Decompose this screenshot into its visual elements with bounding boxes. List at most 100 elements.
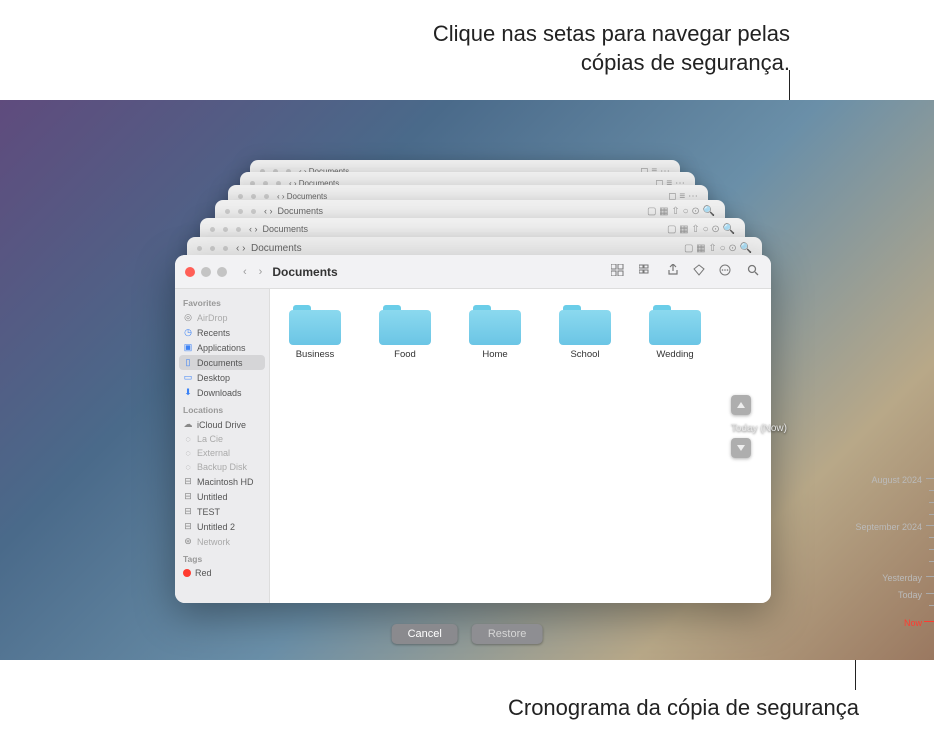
sidebar-item-label: Documents bbox=[197, 358, 243, 368]
timeline-label-today: Today bbox=[898, 590, 922, 600]
sidebar-item-label: Untitled bbox=[197, 492, 228, 502]
folder-label: Business bbox=[280, 349, 350, 360]
time-machine-navigation: Today (Now) bbox=[731, 395, 787, 462]
tag-icon[interactable] bbox=[691, 262, 707, 281]
toolbar bbox=[609, 262, 761, 281]
timeline-label-now: Now bbox=[904, 618, 922, 628]
folder-icon bbox=[289, 305, 341, 345]
sidebar-item-recents[interactable]: ◷ Recents bbox=[175, 325, 269, 340]
window-controls bbox=[185, 267, 227, 277]
sidebar-item-label: La Cie bbox=[197, 434, 223, 444]
sidebar-item-icloud-drive[interactable]: ☁ iCloud Drive bbox=[175, 417, 269, 432]
current-snapshot-label: Today (Now) bbox=[731, 419, 787, 438]
sidebar-item-documents[interactable]: ▯ Documents bbox=[179, 355, 265, 370]
locations-header: Locations bbox=[175, 400, 269, 417]
sidebar-tag-red[interactable]: Red bbox=[175, 566, 269, 580]
view-icons-icon[interactable] bbox=[609, 262, 627, 281]
folder-label: Food bbox=[370, 349, 440, 360]
finder-window: ‹ › Documents bbox=[175, 255, 771, 603]
sidebar-item-label: External bbox=[197, 448, 230, 458]
folder-icon bbox=[649, 305, 701, 345]
clock-icon: ◷ bbox=[183, 327, 193, 338]
sidebar-item-test[interactable]: ⊟ TEST bbox=[175, 504, 269, 519]
sidebar-item-external[interactable]: ◌ External bbox=[175, 446, 269, 460]
sidebar: Favorites ◎ AirDrop ◷ Recents ▣ Applications ▯… bbox=[175, 289, 270, 603]
folder-food[interactable]: Food bbox=[370, 305, 440, 360]
folder-view[interactable]: Business Food Home School Wedding bbox=[270, 289, 771, 603]
folder-icon bbox=[559, 305, 611, 345]
cloud-icon: ☁ bbox=[183, 419, 193, 430]
sidebar-item-untitled-2[interactable]: ⊟ Untitled 2 bbox=[175, 519, 269, 534]
airdrop-icon: ◎ bbox=[183, 312, 193, 323]
sidebar-item-label: AirDrop bbox=[197, 313, 228, 323]
sidebar-item-downloads[interactable]: ⬇ Downloads bbox=[175, 385, 269, 400]
backup-timeline[interactable]: August 2024 September 2024 Yesterday Tod… bbox=[856, 460, 934, 660]
timeline-label-sep: September 2024 bbox=[855, 522, 922, 532]
sidebar-item-label: Applications bbox=[197, 343, 246, 353]
tag-label: Red bbox=[195, 568, 212, 578]
sidebar-item-label: Downloads bbox=[197, 388, 242, 398]
minimize-button[interactable] bbox=[201, 267, 211, 277]
sidebar-item-macintosh-hd[interactable]: ⊟ Macintosh HD bbox=[175, 474, 269, 489]
timeline-label-aug: August 2024 bbox=[871, 475, 922, 485]
share-icon[interactable] bbox=[665, 262, 681, 281]
folder-school[interactable]: School bbox=[550, 305, 620, 360]
hd-icon: ⊟ bbox=[183, 521, 193, 532]
sidebar-item-label: TEST bbox=[197, 507, 220, 517]
folder-icon bbox=[469, 305, 521, 345]
disk-icon: ◌ bbox=[183, 462, 193, 472]
desktop-icon: ▭ bbox=[183, 372, 193, 383]
sidebar-item-desktop[interactable]: ▭ Desktop bbox=[175, 370, 269, 385]
hd-icon: ⊟ bbox=[183, 476, 193, 487]
folder-business[interactable]: Business bbox=[280, 305, 350, 360]
sidebar-item-label: Macintosh HD bbox=[197, 477, 254, 487]
titlebar: ‹ › Documents bbox=[175, 255, 771, 289]
sidebar-item-untitled[interactable]: ⊟ Untitled bbox=[175, 489, 269, 504]
sidebar-item-label: Recents bbox=[197, 328, 230, 338]
cancel-button[interactable]: Cancel bbox=[392, 624, 458, 644]
annotation-bottom: Cronograma da cópia de segurança bbox=[508, 695, 859, 721]
group-icon[interactable] bbox=[637, 262, 655, 281]
folder-home[interactable]: Home bbox=[460, 305, 530, 360]
timeline-label-yesterday: Yesterday bbox=[882, 573, 922, 583]
disk-icon: ◌ bbox=[183, 434, 193, 444]
folder-label: Home bbox=[460, 349, 530, 360]
sidebar-item-label: Desktop bbox=[197, 373, 230, 383]
arrow-up-button[interactable] bbox=[731, 395, 751, 415]
restore-button[interactable]: Restore bbox=[472, 624, 543, 644]
sidebar-item-label: Network bbox=[197, 537, 230, 547]
hd-icon: ⊟ bbox=[183, 506, 193, 517]
hd-icon: ⊟ bbox=[183, 491, 193, 502]
folder-label: Wedding bbox=[640, 349, 710, 360]
apps-icon: ▣ bbox=[183, 342, 193, 353]
action-buttons: Cancel Restore bbox=[392, 624, 543, 644]
nav-back-icon[interactable]: ‹ bbox=[241, 266, 249, 278]
more-icon[interactable] bbox=[717, 262, 735, 281]
folder-icon bbox=[379, 305, 431, 345]
downloads-icon: ⬇ bbox=[183, 387, 193, 398]
folder-wedding[interactable]: Wedding bbox=[640, 305, 710, 360]
time-machine-desktop: ‹ › Documents◻ ≡ ⋯ ‹ › Documents◻ ≡ ⋯ ‹ … bbox=[0, 100, 934, 660]
sidebar-item-label: Untitled 2 bbox=[197, 522, 235, 532]
sidebar-item-applications[interactable]: ▣ Applications bbox=[175, 340, 269, 355]
sidebar-item-airdrop[interactable]: ◎ AirDrop bbox=[175, 310, 269, 325]
close-button[interactable] bbox=[185, 267, 195, 277]
favorites-header: Favorites bbox=[175, 293, 269, 310]
search-icon[interactable] bbox=[745, 262, 761, 281]
annotation-top: Clique nas setas para navegar pelas cópi… bbox=[380, 20, 790, 77]
sidebar-item-backup-disk[interactable]: ◌ Backup Disk bbox=[175, 460, 269, 474]
arrow-down-button[interactable] bbox=[731, 438, 751, 458]
folder-label: School bbox=[550, 349, 620, 360]
nav-forward-icon[interactable]: › bbox=[257, 266, 265, 278]
tag-dot-icon bbox=[183, 569, 191, 577]
window-title: Documents bbox=[272, 265, 337, 279]
sidebar-item-label: iCloud Drive bbox=[197, 420, 246, 430]
sidebar-item-network[interactable]: ⊛ Network bbox=[175, 534, 269, 549]
sidebar-item-la-cie[interactable]: ◌ La Cie bbox=[175, 432, 269, 446]
disk-icon: ◌ bbox=[183, 448, 193, 458]
sidebar-item-label: Backup Disk bbox=[197, 462, 247, 472]
network-icon: ⊛ bbox=[183, 536, 193, 547]
tags-header: Tags bbox=[175, 549, 269, 566]
zoom-button[interactable] bbox=[217, 267, 227, 277]
doc-icon: ▯ bbox=[183, 357, 193, 368]
